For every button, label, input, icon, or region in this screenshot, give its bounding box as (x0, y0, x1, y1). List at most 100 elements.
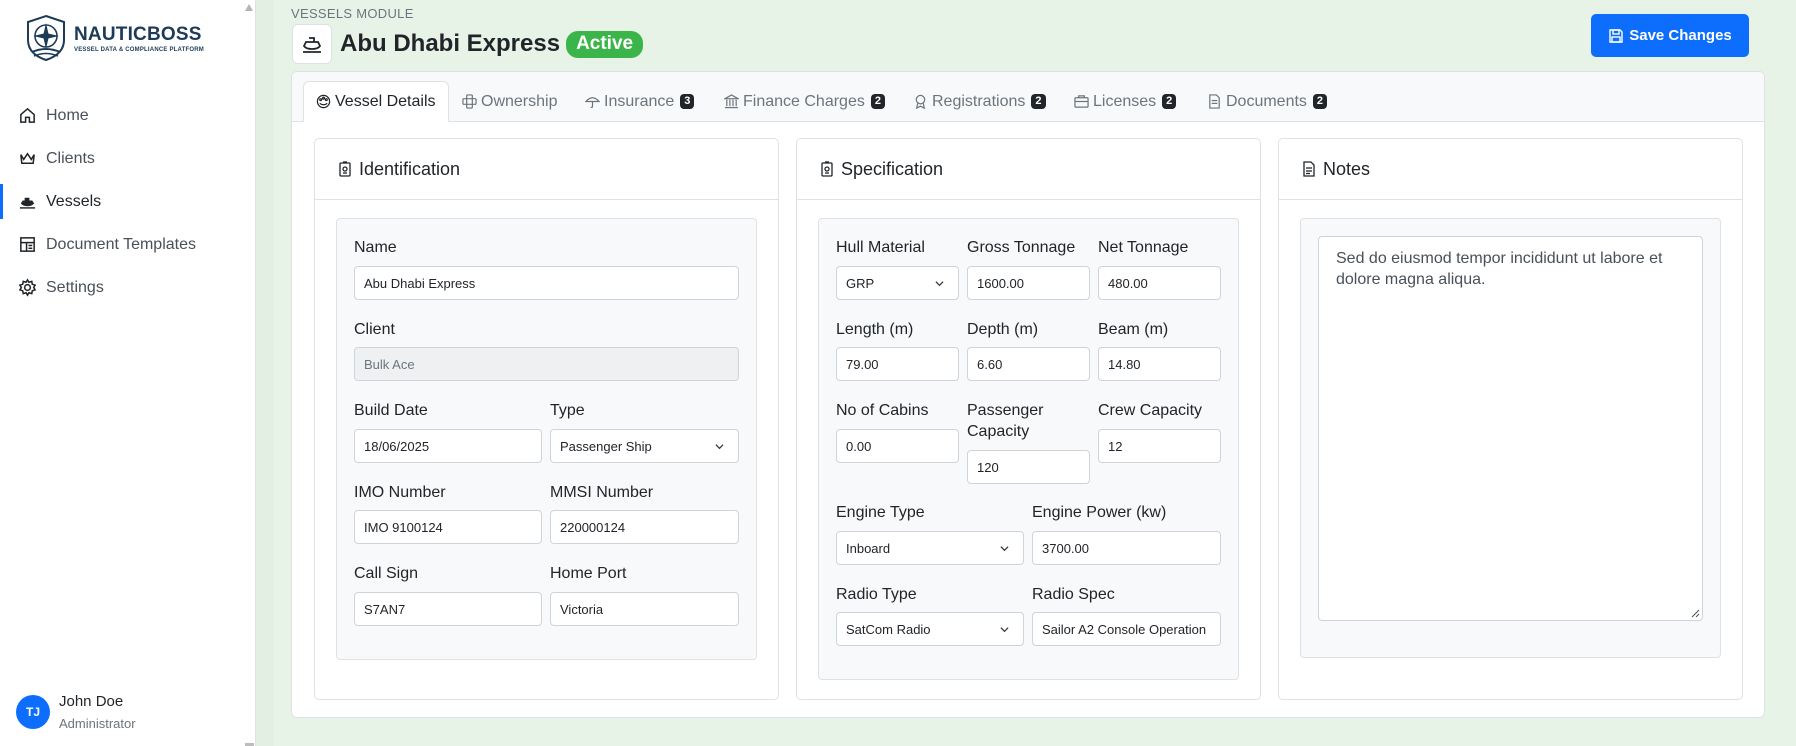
gross-tonnage-input[interactable]: 1600.00 (967, 266, 1090, 300)
vessel-icon-box (292, 24, 332, 64)
tab-licenses[interactable]: Licenses 2 (1074, 81, 1177, 122)
home-port-input[interactable]: Victoria (550, 592, 739, 626)
avatar: TJ (16, 695, 50, 729)
specification-fields: Hull Material GRP Gross Tonnage 1600.00 … (818, 218, 1239, 680)
save-button-label: Save Changes (1629, 27, 1732, 44)
engine-power-input[interactable]: 3700.00 (1032, 531, 1221, 565)
engine-power-label: Engine Power (kw) (1032, 504, 1167, 521)
radio-type-select[interactable]: SatCom Radio (836, 612, 1024, 646)
scroll-up-arrow-icon[interactable] (245, 4, 253, 11)
sidebar-item-settings[interactable]: Settings (0, 266, 244, 309)
sidebar-item-label: Clients (46, 149, 95, 167)
hull-material-label: Hull Material (836, 239, 925, 256)
page-title: Abu Dhabi Express (340, 30, 561, 57)
chevron-down-icon (935, 281, 944, 287)
sidebar-nav: Home Clients Vessels Document Templates … (0, 94, 244, 309)
crew-capacity-input[interactable]: 12 (1098, 429, 1221, 463)
beam-input[interactable]: 14.80 (1098, 347, 1221, 381)
brand-name: NAUTICBOSS (74, 23, 202, 45)
id-badge-icon (821, 161, 833, 177)
compass-emblem-icon (27, 14, 65, 62)
tab-ownership[interactable]: Ownership (462, 81, 557, 122)
sidebar-item-clients[interactable]: Clients (0, 137, 244, 180)
imo-label: IMO Number (354, 484, 446, 501)
card-title: Specification (841, 158, 944, 179)
palette-icon (316, 94, 331, 109)
tab-registrations[interactable]: Registrations 2 (913, 81, 1046, 122)
count-badge: 2 (1312, 94, 1328, 109)
sidebar-item-document-templates[interactable]: Document Templates (0, 223, 244, 266)
file-icon (1209, 94, 1220, 109)
notes-text: Sed do eiusmod tempor incididunt ut labo… (1336, 250, 1663, 288)
depth-input[interactable]: 6.60 (967, 347, 1090, 381)
card-header: Notes (1279, 139, 1742, 200)
ship-icon (302, 37, 322, 53)
lifeline-icon (462, 94, 477, 109)
sidebar-item-label: Vessels (46, 192, 102, 210)
tab-bar: Vessel Details Ownership Insurance 3 Fin… (292, 72, 1764, 122)
content-gutter (256, 0, 274, 746)
brand-tagline: VESSEL DATA & COMPLIANCE PLATFORM (74, 46, 204, 53)
notes-container: Sed do eiusmod tempor incididunt ut labo… (1300, 218, 1721, 658)
sidebar-item-vessels[interactable]: Vessels (0, 180, 244, 223)
notes-card: Notes Sed do eiusmod tempor incididunt u… (1278, 138, 1743, 700)
sidebar-item-label: Settings (46, 278, 104, 296)
call-sign-input[interactable]: S7AN7 (354, 592, 542, 626)
mmsi-input[interactable]: 220000124 (550, 510, 739, 544)
count-badge: 2 (1162, 94, 1177, 109)
count-badge: 2 (870, 94, 885, 109)
length-label: Length (m) (836, 321, 914, 338)
template-icon (20, 237, 35, 252)
brand-logo[interactable]: NAUTICBOSS VESSEL DATA & COMPLIANCE PLAT… (24, 14, 204, 62)
net-tonnage-label: Net Tonnage (1098, 239, 1189, 256)
build-date-input[interactable]: 18/06/2025 (354, 429, 542, 463)
tab-insurance[interactable]: Insurance 3 (585, 81, 695, 122)
radio-type-label: Radio Type (836, 586, 917, 603)
build-date-label: Build Date (354, 402, 428, 419)
client-input: Bulk Ace (354, 347, 739, 381)
passenger-capacity-label: Passenger Capacity (967, 402, 1044, 440)
name-input[interactable]: Abu Dhabi Express (354, 266, 739, 300)
resize-grip-icon[interactable] (1690, 608, 1700, 618)
sidebar-scrollbar[interactable] (243, 0, 255, 746)
gross-tonnage-label: Gross Tonnage (967, 239, 1076, 256)
radio-spec-input[interactable]: Sailor A2 Console Operation (1032, 612, 1221, 646)
notes-textarea[interactable]: Sed do eiusmod tempor incididunt ut labo… (1318, 236, 1703, 621)
file-text-icon (1303, 161, 1315, 177)
length-input[interactable]: 79.00 (836, 347, 959, 381)
radio-spec-label: Radio Spec (1032, 586, 1115, 603)
award-icon (915, 94, 926, 109)
type-label: Type (550, 402, 585, 419)
sidebar-item-home[interactable]: Home (0, 94, 244, 137)
count-badge: 3 (680, 94, 695, 109)
umbrella-icon (585, 97, 600, 109)
user-profile[interactable]: TJ John Doe Administrator (16, 693, 136, 731)
home-icon (20, 107, 35, 123)
card-header: Specification (797, 139, 1260, 200)
depth-label: Depth (m) (967, 321, 1039, 338)
imo-input[interactable]: IMO 9100124 (354, 510, 542, 544)
cabins-input[interactable]: 0.00 (836, 429, 959, 463)
module-label: VESSELS MODULE (291, 6, 414, 21)
save-changes-button[interactable]: Save Changes (1591, 14, 1749, 57)
tab-vessel-details[interactable]: Vessel Details (303, 81, 449, 122)
type-select[interactable]: Passenger Ship (550, 429, 739, 463)
card-title: Identification (359, 158, 461, 179)
net-tonnage-input[interactable]: 480.00 (1098, 266, 1221, 300)
passenger-capacity-input[interactable]: 120 (967, 450, 1090, 484)
ship-icon (19, 197, 36, 209)
crew-capacity-label: Crew Capacity (1098, 402, 1203, 419)
user-role: Administrator (59, 716, 136, 731)
chevron-down-icon (1000, 546, 1009, 552)
card-title: Notes (1323, 158, 1371, 179)
mmsi-label: MMSI Number (550, 484, 654, 501)
identification-card: Identification Name Abu Dhabi Express Cl… (314, 138, 779, 700)
bank-icon (724, 94, 739, 109)
engine-type-select[interactable]: Inboard (836, 531, 1024, 565)
chevron-down-icon (1000, 627, 1009, 633)
identification-fields: Name Abu Dhabi Express Client Bulk Ace B… (336, 218, 757, 660)
tab-documents[interactable]: Documents 2 (1207, 81, 1328, 122)
hull-material-select[interactable]: GRP (836, 266, 959, 300)
sidebar: NAUTICBOSS VESSEL DATA & COMPLIANCE PLAT… (0, 0, 256, 746)
tab-finance-charges[interactable]: Finance Charges 2 (724, 81, 885, 122)
